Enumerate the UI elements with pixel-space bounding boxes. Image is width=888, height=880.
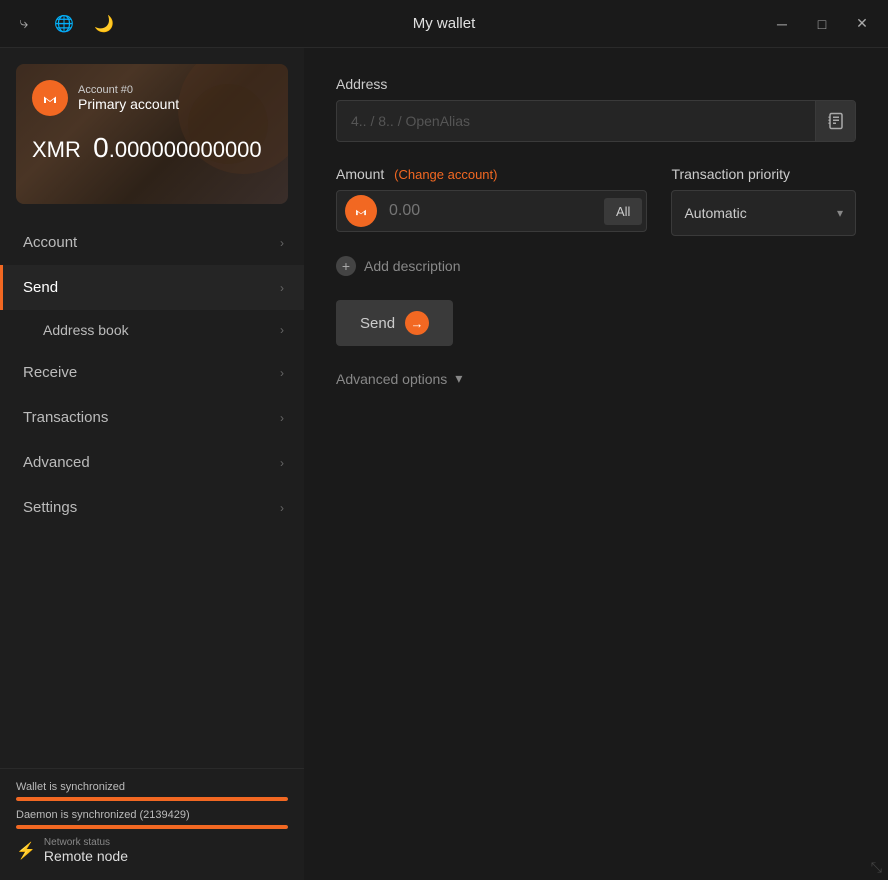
plus-circle-icon: + xyxy=(336,256,356,276)
monero-icon-small xyxy=(345,195,377,227)
title-bar-right: ─ □ ✕ xyxy=(768,10,876,38)
wallet-sync-label: Wallet is synchronized xyxy=(16,781,288,793)
priority-label: Transaction priority xyxy=(671,166,856,182)
main-layout: Account #0 Primary account XMR 0.0000000… xyxy=(0,48,888,880)
sidebar-item-address-book[interactable]: Address book › xyxy=(0,310,304,350)
transfer-icon[interactable]: ⤷ xyxy=(12,12,36,36)
nav-section: Account › Send › Address book › Receive … xyxy=(0,220,304,768)
priority-value: Automatic xyxy=(684,205,837,221)
sidebar-item-settings-label: Settings xyxy=(23,499,77,516)
priority-select[interactable]: Automatic ▾ xyxy=(671,190,856,236)
account-chevron-icon: › xyxy=(280,236,284,250)
network-info: Network status Remote node xyxy=(44,837,128,864)
network-status-small-label: Network status xyxy=(44,837,128,848)
wallet-sync-bar xyxy=(16,797,288,801)
sidebar-item-settings[interactable]: Settings › xyxy=(0,485,304,530)
maximize-button[interactable]: □ xyxy=(808,10,836,38)
network-status: ⚡ Network status Remote node xyxy=(16,837,288,864)
moon-icon[interactable]: 🌙 xyxy=(92,12,116,36)
sidebar-item-transactions[interactable]: Transactions › xyxy=(0,395,304,440)
advanced-options-label: Advanced options xyxy=(336,371,447,387)
title-bar-left: ⤷ 🌐 🌙 xyxy=(12,12,116,36)
add-description-label: Add description xyxy=(364,258,461,274)
priority-chevron-icon: ▾ xyxy=(837,206,843,220)
window-title: My wallet xyxy=(413,15,476,32)
advanced-options-chevron-icon: ▾ xyxy=(455,370,462,387)
sidebar-item-address-book-label: Address book xyxy=(43,322,129,338)
amount-input-row: All xyxy=(336,190,647,232)
sidebar-item-transactions-label: Transactions xyxy=(23,409,108,426)
priority-block: Transaction priority Automatic ▾ xyxy=(671,166,856,236)
balance-amount: XMR 0.000000000000 xyxy=(32,132,272,164)
account-card: Account #0 Primary account XMR 0.0000000… xyxy=(16,64,288,204)
sidebar-footer: Wallet is synchronized Daemon is synchro… xyxy=(0,768,304,880)
change-account-label[interactable]: (Change account) xyxy=(394,167,497,182)
title-bar: ⤷ 🌐 🌙 My wallet ─ □ ✕ xyxy=(0,0,888,48)
daemon-sync-label: Daemon is synchronized (2139429) xyxy=(16,809,288,821)
content-area: Address Amount (Change account) xyxy=(304,48,888,880)
account-header: Account #0 Primary account xyxy=(32,80,272,116)
amount-input[interactable] xyxy=(385,194,600,228)
all-button[interactable]: All xyxy=(604,198,642,225)
sidebar-item-receive[interactable]: Receive › xyxy=(0,350,304,395)
account-name: Primary account xyxy=(78,96,179,112)
send-chevron-icon: › xyxy=(280,281,284,295)
balance-currency: XMR xyxy=(32,137,81,162)
transactions-chevron-icon: › xyxy=(280,411,284,425)
close-button[interactable]: ✕ xyxy=(848,10,876,38)
sidebar-item-send[interactable]: Send › xyxy=(0,265,304,310)
lightning-icon: ⚡ xyxy=(16,841,36,861)
resize-handle[interactable]: ⤡ xyxy=(871,859,882,876)
address-input[interactable] xyxy=(337,103,815,139)
minimize-button[interactable]: ─ xyxy=(768,10,796,38)
sidebar-item-advanced[interactable]: Advanced › xyxy=(0,440,304,485)
address-book-chevron-icon: › xyxy=(280,323,284,337)
address-input-row xyxy=(336,100,856,142)
sidebar-item-advanced-label: Advanced xyxy=(23,454,90,471)
balance-zero: 0 xyxy=(93,132,109,163)
daemon-sync-bar-fill xyxy=(16,825,288,829)
send-arrow-icon: → xyxy=(405,311,429,335)
sidebar: Account #0 Primary account XMR 0.0000000… xyxy=(0,48,304,880)
account-number: Account #0 xyxy=(78,84,179,96)
address-book-button[interactable] xyxy=(815,101,855,141)
advanced-options-row[interactable]: Advanced options ▾ xyxy=(336,370,856,387)
balance-decimals: 000000000000 xyxy=(115,137,262,162)
sidebar-item-account[interactable]: Account › xyxy=(0,220,304,265)
send-button[interactable]: Send → xyxy=(336,300,453,346)
account-balance: XMR 0.000000000000 xyxy=(32,132,272,164)
globe-icon[interactable]: 🌐 xyxy=(52,12,76,36)
sidebar-item-receive-label: Receive xyxy=(23,364,77,381)
daemon-sync-bar xyxy=(16,825,288,829)
amount-block: Amount (Change account) All xyxy=(336,166,647,236)
sidebar-item-send-label: Send xyxy=(23,279,58,296)
send-button-label: Send xyxy=(360,315,395,332)
account-name-block: Account #0 Primary account xyxy=(78,84,179,112)
settings-chevron-icon: › xyxy=(280,501,284,515)
add-description-row[interactable]: + Add description xyxy=(336,256,856,276)
amount-priority-row: Amount (Change account) All Transaction … xyxy=(336,166,856,236)
sidebar-item-account-label: Account xyxy=(23,234,77,251)
amount-label: Amount (Change account) xyxy=(336,166,647,182)
wallet-sync-bar-fill xyxy=(16,797,288,801)
advanced-chevron-icon: › xyxy=(280,456,284,470)
network-node-label: Remote node xyxy=(44,848,128,864)
address-field-label: Address xyxy=(336,76,856,92)
receive-chevron-icon: › xyxy=(280,366,284,380)
monero-logo xyxy=(32,80,68,116)
